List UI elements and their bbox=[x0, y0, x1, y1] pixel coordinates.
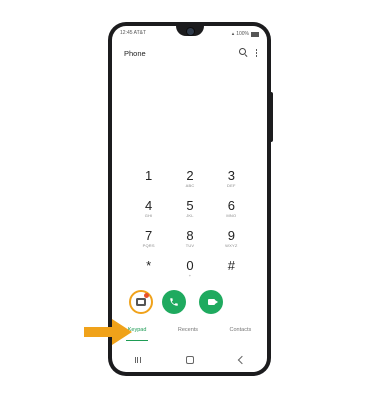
status-bar: 12:45 AT&T ▴ 100% bbox=[120, 30, 259, 38]
header-actions bbox=[238, 48, 257, 57]
pointer-arrow-icon bbox=[84, 319, 132, 345]
key-letters: GHI bbox=[144, 213, 153, 218]
key-letters: ABC bbox=[185, 183, 195, 188]
signal-icon: ▴ bbox=[231, 31, 235, 37]
key-letters: DEF bbox=[227, 183, 236, 188]
dial-keypad: 1 2 ABC 3 DEF 4 GHI 5 JKL 6 MNO 7 PQRS 8… bbox=[128, 169, 252, 281]
key-star[interactable]: * bbox=[128, 259, 169, 281]
key-letters: PQRS bbox=[142, 243, 155, 248]
video-call-button[interactable] bbox=[199, 290, 223, 314]
phone-icon bbox=[170, 298, 178, 306]
key-digit: 7 bbox=[145, 228, 153, 243]
key-letters: MNO bbox=[226, 213, 237, 218]
status-time-carrier: 12:45 AT&T bbox=[120, 30, 147, 36]
key-letters: + bbox=[188, 273, 192, 278]
key-digit: # bbox=[227, 258, 235, 273]
key-letters: WXYZ bbox=[225, 243, 238, 248]
home-icon[interactable] bbox=[185, 356, 194, 364]
key-3[interactable]: 3 DEF bbox=[211, 169, 252, 191]
battery-icon bbox=[251, 31, 259, 37]
key-4[interactable]: 4 GHI bbox=[128, 199, 169, 221]
battery-percent: 100% bbox=[236, 31, 249, 37]
phone-screen: 12:45 AT&T ▴ 100% Phone 1 2 ABC 3 DEF 4 … bbox=[112, 26, 267, 372]
tab-contacts[interactable]: Contacts bbox=[228, 327, 254, 339]
key-0[interactable]: 0 + bbox=[169, 259, 210, 281]
key-digit: 9 bbox=[227, 228, 235, 243]
key-2[interactable]: 2 ABC bbox=[169, 169, 210, 191]
key-1[interactable]: 1 bbox=[128, 169, 169, 191]
back-icon[interactable] bbox=[237, 355, 246, 365]
side-button bbox=[270, 92, 273, 142]
key-5[interactable]: 5 JKL bbox=[169, 199, 210, 221]
search-icon[interactable] bbox=[238, 48, 248, 57]
key-8[interactable]: 8 TUV bbox=[169, 229, 210, 251]
call-button[interactable] bbox=[162, 290, 186, 314]
key-7[interactable]: 7 PQRS bbox=[128, 229, 169, 251]
system-nav-bar bbox=[112, 354, 267, 366]
page-title: Phone bbox=[124, 49, 146, 58]
call-actions bbox=[112, 290, 267, 316]
key-hash[interactable]: # bbox=[211, 259, 252, 281]
more-options-icon[interactable] bbox=[255, 48, 257, 57]
status-indicators: ▴ 100% bbox=[232, 30, 259, 38]
key-digit: 1 bbox=[145, 168, 153, 183]
key-6[interactable]: 6 MNO bbox=[211, 199, 252, 221]
key-digit: 2 bbox=[186, 168, 194, 183]
tab-recents[interactable]: Recents bbox=[176, 327, 200, 339]
key-digit: 0 bbox=[186, 258, 194, 273]
key-letters: TUV bbox=[185, 243, 195, 248]
phone-device: 12:45 AT&T ▴ 100% Phone 1 2 ABC 3 DEF 4 … bbox=[108, 22, 271, 376]
key-letters: JKL bbox=[186, 213, 194, 218]
voicemail-icon bbox=[136, 298, 146, 306]
recent-apps-icon[interactable] bbox=[134, 357, 141, 363]
key-digit: 5 bbox=[186, 198, 194, 213]
key-digit: 3 bbox=[227, 168, 235, 183]
key-digit: 4 bbox=[145, 198, 153, 213]
key-digit: 6 bbox=[227, 198, 235, 213]
voicemail-button[interactable] bbox=[129, 290, 153, 314]
notification-badge bbox=[144, 293, 149, 298]
key-digit: * bbox=[146, 258, 152, 273]
video-call-icon bbox=[207, 299, 218, 305]
key-9[interactable]: 9 WXYZ bbox=[211, 229, 252, 251]
key-digit: 8 bbox=[186, 228, 194, 243]
bottom-tabs: Keypad Recents Contacts bbox=[112, 327, 267, 341]
